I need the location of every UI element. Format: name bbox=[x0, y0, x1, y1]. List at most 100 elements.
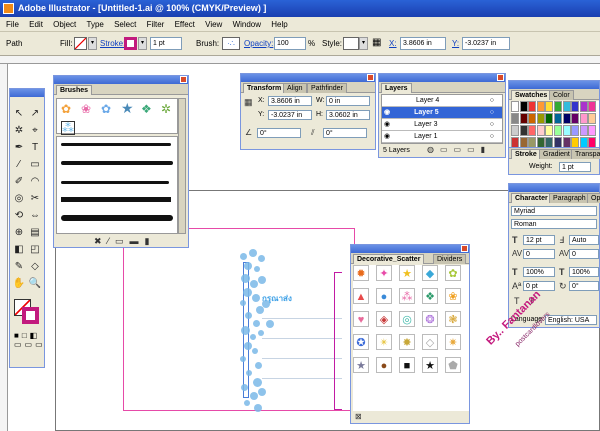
layers-footer-icons[interactable]: ◍▭▭▭▮ bbox=[427, 146, 491, 154]
scatter-brush-swatch[interactable]: ■ bbox=[399, 357, 415, 373]
tab-stroke[interactable]: Stroke bbox=[511, 149, 541, 159]
scale-tool-icon[interactable]: ⇔ bbox=[28, 209, 42, 223]
brush-stroke[interactable] bbox=[61, 161, 173, 165]
color-swatch[interactable] bbox=[511, 101, 519, 112]
scatter-brush-icon[interactable]: ✿ bbox=[101, 103, 111, 115]
menu-select[interactable]: Select bbox=[110, 17, 140, 32]
y-field[interactable]: -3.0237 in bbox=[462, 37, 510, 50]
menu-filter[interactable]: Filter bbox=[143, 17, 169, 32]
color-swatch[interactable] bbox=[554, 113, 562, 124]
scatter-brush-swatch[interactable]: ❀ bbox=[445, 288, 461, 304]
scatter-brush-swatch[interactable]: ✸ bbox=[399, 334, 415, 350]
scatter-brush-swatch[interactable]: ♥ bbox=[353, 311, 369, 327]
color-swatch[interactable] bbox=[545, 101, 554, 112]
color-swatch[interactable] bbox=[579, 113, 588, 124]
color-swatch[interactable] bbox=[571, 113, 580, 124]
stroke-weight-field[interactable]: 1 pt bbox=[150, 37, 182, 50]
transform-x-field[interactable]: 3.8606 in bbox=[268, 96, 312, 106]
paintbrush-tool-icon[interactable]: ✐ bbox=[12, 175, 26, 189]
color-swatch[interactable] bbox=[579, 101, 588, 112]
tab-layers[interactable]: Layers bbox=[381, 83, 412, 93]
shear-angle-field[interactable]: 0° bbox=[323, 128, 367, 138]
color-swatch[interactable] bbox=[519, 125, 528, 136]
star-brush-icon[interactable]: ★ bbox=[121, 101, 134, 115]
brushes-scrollbar[interactable] bbox=[178, 98, 186, 234]
selection-tool-icon[interactable]: ↖ bbox=[12, 107, 26, 121]
scatter-brush-swatch[interactable]: ◇ bbox=[422, 334, 438, 350]
color-swatch[interactable] bbox=[579, 125, 588, 136]
menu-help[interactable]: Help bbox=[267, 17, 291, 32]
opacity-field[interactable]: 100 bbox=[274, 37, 306, 50]
tab-opentype[interactable]: Ope bbox=[587, 193, 600, 203]
layer-row[interactable]: ◉ Layer 5 ○ bbox=[382, 107, 502, 119]
target-icon[interactable]: ○ bbox=[490, 95, 494, 107]
tab-character[interactable]: Character bbox=[511, 193, 552, 203]
brushes-title-bar[interactable] bbox=[54, 76, 188, 84]
scatter-brush-swatch[interactable]: ▲ bbox=[353, 288, 369, 304]
color-swatch[interactable] bbox=[536, 101, 545, 112]
stroke-swatch[interactable] bbox=[124, 37, 137, 50]
brush-stroke[interactable] bbox=[61, 197, 171, 202]
scatter-brush-swatch[interactable]: ★ bbox=[353, 357, 369, 373]
hand-tool-icon[interactable]: ✋ bbox=[12, 277, 26, 291]
brushes-footer-icons[interactable]: ✖⁄▭▬▮ bbox=[94, 236, 156, 247]
color-swatch[interactable] bbox=[511, 113, 519, 124]
x-field[interactable]: 3.8606 in bbox=[400, 37, 446, 50]
close-icon[interactable] bbox=[461, 245, 468, 252]
mesh-tool-icon[interactable]: ◧ bbox=[12, 243, 26, 257]
tab-swatches[interactable]: Swatches bbox=[511, 90, 552, 100]
stroke-weight-field[interactable]: 1 pt bbox=[559, 162, 591, 172]
layer-row[interactable]: ◉ Layer 3 ○ bbox=[382, 119, 502, 131]
rectangle-tool-icon[interactable]: ▭ bbox=[28, 158, 42, 172]
tab-transparency[interactable]: Transpar bbox=[571, 149, 600, 159]
visibility-eye-icon[interactable]: ◉ bbox=[384, 121, 390, 128]
target-icon[interactable]: ○ bbox=[490, 107, 494, 119]
tab-dividers[interactable]: Dividers bbox=[433, 254, 467, 264]
font-style-field[interactable]: Roman bbox=[511, 219, 597, 229]
scatter-brush-swatch[interactable]: ● bbox=[376, 288, 392, 304]
scatter-brush-swatch[interactable]: ● bbox=[376, 357, 392, 373]
language-field[interactable]: English: USA bbox=[545, 315, 597, 325]
menu-file[interactable]: File bbox=[2, 17, 23, 32]
reference-point-icon[interactable]: ▦ bbox=[244, 98, 253, 107]
scatter-brush-swatch[interactable]: ◈ bbox=[376, 311, 392, 327]
stroke-dropdown[interactable]: ▾ bbox=[138, 37, 147, 50]
menu-view[interactable]: View bbox=[201, 17, 226, 32]
brush-stroke[interactable] bbox=[61, 143, 171, 146]
scatter-brush-swatch[interactable]: ❖ bbox=[422, 288, 438, 304]
menu-window[interactable]: Window bbox=[229, 17, 265, 32]
color-swatch[interactable] bbox=[562, 113, 571, 124]
kerning-field[interactable]: 0 bbox=[523, 249, 555, 259]
pink-rectangle[interactable] bbox=[123, 228, 355, 411]
scatter-brush-swatch[interactable]: ❃ bbox=[445, 311, 461, 327]
stroke-label[interactable]: Stroke: bbox=[100, 39, 125, 48]
symbol-sprayer-tool-icon[interactable]: ⊕ bbox=[12, 226, 26, 240]
brush-stroke[interactable] bbox=[61, 181, 169, 184]
scatter-brush-swatch[interactable]: ✦ bbox=[376, 265, 392, 281]
pattern-brush-icon[interactable]: ✲ bbox=[161, 103, 171, 115]
tab-pathfinder[interactable]: Pathfinder bbox=[307, 83, 347, 93]
color-swatch[interactable] bbox=[545, 113, 554, 124]
tab-color[interactable]: Color bbox=[549, 90, 574, 100]
fill-dropdown[interactable]: ▾ bbox=[88, 37, 97, 50]
color-swatch[interactable] bbox=[528, 101, 537, 112]
brush-strokes-list[interactable] bbox=[56, 136, 178, 234]
color-swatch[interactable] bbox=[554, 101, 562, 112]
scatter-brush-swatch[interactable]: ⁂ bbox=[399, 288, 415, 304]
color-swatch[interactable] bbox=[536, 125, 545, 136]
pattern-brush-icon[interactable]: ❖ bbox=[141, 103, 152, 115]
tab-decorative-scatter[interactable]: Decorative_Scatter bbox=[353, 254, 425, 264]
scatter-brush-swatch[interactable]: ✪ bbox=[353, 334, 369, 350]
target-icon[interactable]: ○ bbox=[490, 119, 494, 131]
transform-h-field[interactable]: 3.0602 in bbox=[326, 110, 370, 120]
scatter-brush-swatch[interactable]: ❂ bbox=[422, 311, 438, 327]
target-icon[interactable]: ○ bbox=[490, 131, 494, 143]
scatter-brush-swatch[interactable]: ✷ bbox=[445, 334, 461, 350]
blend-tool-icon[interactable]: ◇ bbox=[28, 260, 42, 274]
color-swatch[interactable] bbox=[536, 113, 545, 124]
menu-object[interactable]: Object bbox=[49, 17, 80, 32]
scatter-brush-icon[interactable]: ✿ bbox=[61, 103, 71, 115]
close-icon[interactable] bbox=[497, 74, 504, 81]
stroke-box[interactable] bbox=[22, 307, 39, 324]
brush-stroke[interactable] bbox=[61, 215, 173, 221]
